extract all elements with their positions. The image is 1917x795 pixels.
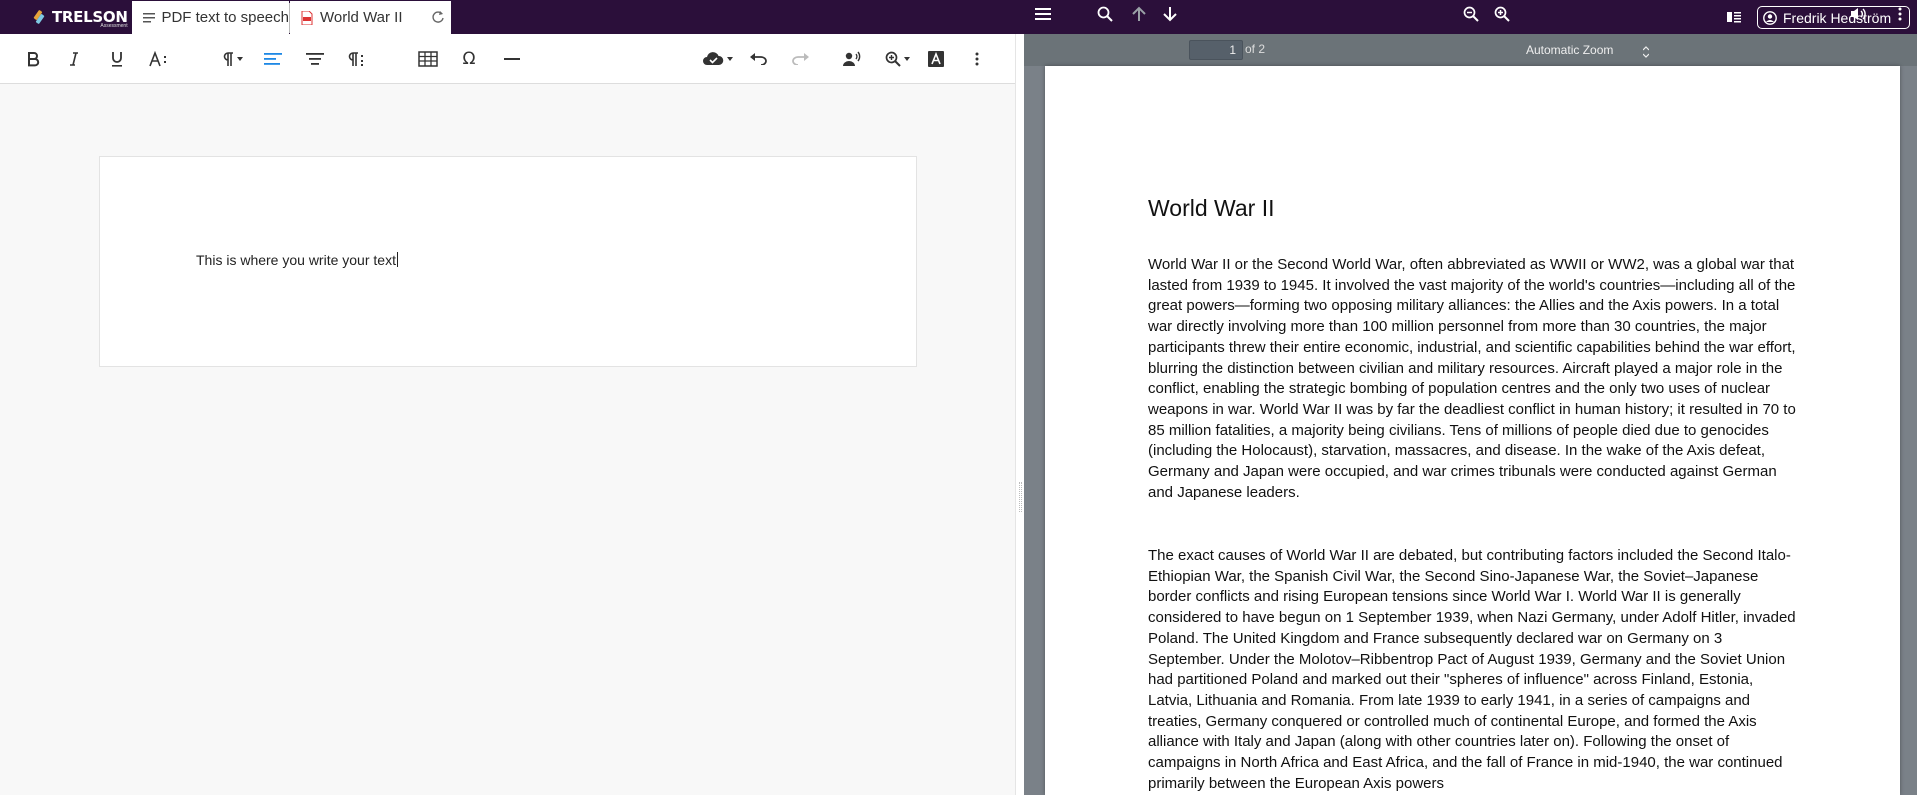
read-aloud-button[interactable] — [1850, 7, 1868, 25]
zoom-out-icon — [1463, 6, 1479, 27]
zoom-icon — [885, 51, 901, 67]
editor-toolbar: Ω — [0, 34, 1015, 84]
zoom-dropdown[interactable] — [881, 46, 913, 72]
paragraph-format-dropdown[interactable] — [217, 46, 247, 72]
text-cursor — [396, 252, 398, 267]
panel-toggle-icon[interactable] — [1726, 9, 1742, 25]
next-page-button[interactable] — [1161, 6, 1179, 27]
bold-icon — [26, 51, 40, 67]
chevron-down-icon — [903, 57, 910, 61]
pdf-paragraph: The exact causes of World War II are deb… — [1148, 547, 1796, 792]
text-size-icon — [149, 51, 171, 67]
redo-icon — [792, 53, 810, 65]
document-lines-icon — [142, 11, 155, 25]
pdf-toolbar — [1024, 34, 1917, 66]
horizontal-line-button[interactable] — [500, 46, 524, 72]
align-center-button[interactable] — [303, 46, 327, 72]
pdf-search-button[interactable] — [1096, 6, 1114, 27]
text-highlight-button[interactable] — [925, 46, 947, 72]
cloud-save-icon — [702, 51, 724, 67]
undo-button[interactable] — [746, 46, 770, 72]
tab-label: PDF text to speech — [161, 9, 289, 26]
tab-pdf-text-to-speech[interactable]: PDF text to speech — [132, 1, 289, 34]
undo-icon — [749, 53, 767, 65]
editor-text[interactable]: This is where you write your text — [196, 252, 398, 268]
pdf-file-icon — [300, 10, 314, 25]
align-left-button[interactable] — [261, 46, 285, 72]
more-vertical-icon — [1898, 7, 1902, 26]
paragraph-marks-icon — [347, 51, 367, 67]
pdf-title: World War II — [1148, 195, 1275, 221]
paragraph-format-icon — [222, 51, 234, 67]
zoom-out-button[interactable] — [1462, 6, 1480, 27]
sidebar-toggle-button[interactable] — [1034, 7, 1052, 25]
volume-icon — [1850, 7, 1868, 26]
more-vertical-icon — [975, 52, 979, 66]
tab-world-war-ii[interactable]: World War II — [290, 1, 451, 34]
text-highlight-icon — [928, 51, 944, 67]
underline-button[interactable] — [106, 46, 128, 72]
hamburger-icon — [1035, 7, 1051, 25]
arrow-down-icon — [1163, 6, 1177, 27]
zoom-level-select[interactable]: Automatic Zoom — [1520, 40, 1655, 60]
search-icon — [1097, 6, 1113, 27]
speaker-icon — [842, 51, 862, 67]
insert-table-button[interactable] — [416, 46, 440, 72]
align-left-icon — [264, 52, 282, 66]
text-size-button[interactable] — [147, 46, 173, 72]
top-bar: TRELSON Assessment PDF text to speech Wo… — [0, 0, 1917, 34]
editor-page[interactable]: This is where you write your text — [99, 156, 917, 367]
chevron-down-icon — [726, 57, 733, 61]
align-center-icon — [306, 52, 324, 66]
user-name: Fredrik Hedström — [1783, 9, 1892, 26]
zoom-in-button[interactable] — [1493, 6, 1511, 27]
bold-button[interactable] — [22, 46, 44, 72]
horizontal-line-icon — [504, 57, 520, 61]
page-count: of 2 — [1245, 42, 1266, 56]
pane-splitter[interactable] — [1015, 34, 1024, 795]
paragraph-marks-button[interactable] — [345, 46, 369, 72]
editor-area: This is where you write your text — [0, 84, 1015, 795]
logo: TRELSON Assessment — [32, 5, 128, 29]
special-characters-button[interactable]: Ω — [458, 46, 480, 72]
brand-name: TRELSON — [52, 8, 128, 26]
brand-subtitle: Assessment — [100, 23, 128, 29]
page-number-input[interactable]: 1 — [1189, 40, 1243, 60]
select-arrows-icon — [1642, 44, 1650, 58]
chevron-down-icon — [236, 57, 243, 61]
splitter-grip-icon[interactable] — [1019, 482, 1022, 512]
user-icon — [1763, 10, 1777, 25]
previous-page-button[interactable] — [1130, 6, 1148, 27]
pdf-page: World War II World War II or the Second … — [1045, 66, 1900, 795]
more-options-button[interactable] — [967, 46, 987, 72]
redo-button[interactable] — [789, 46, 813, 72]
tab-label: World War II — [320, 9, 403, 26]
arrow-up-icon — [1132, 6, 1146, 27]
table-icon — [418, 51, 438, 67]
special-characters-icon: Ω — [462, 49, 476, 69]
zoom-in-icon — [1494, 6, 1510, 27]
reload-icon[interactable] — [431, 10, 445, 24]
italic-button[interactable] — [63, 46, 85, 72]
pdf-more-button[interactable] — [1893, 7, 1907, 25]
text-to-speech-button[interactable] — [840, 46, 864, 72]
logo-mark-icon — [32, 10, 46, 24]
pdf-paragraph: World War II or the Second World War, of… — [1148, 256, 1796, 501]
cloud-save-dropdown[interactable] — [700, 46, 734, 72]
user-menu-button[interactable]: Fredrik Hedström — [1757, 6, 1910, 29]
italic-icon — [68, 51, 80, 67]
zoom-level-value: Automatic Zoom — [1526, 43, 1614, 57]
underline-icon — [110, 50, 124, 68]
